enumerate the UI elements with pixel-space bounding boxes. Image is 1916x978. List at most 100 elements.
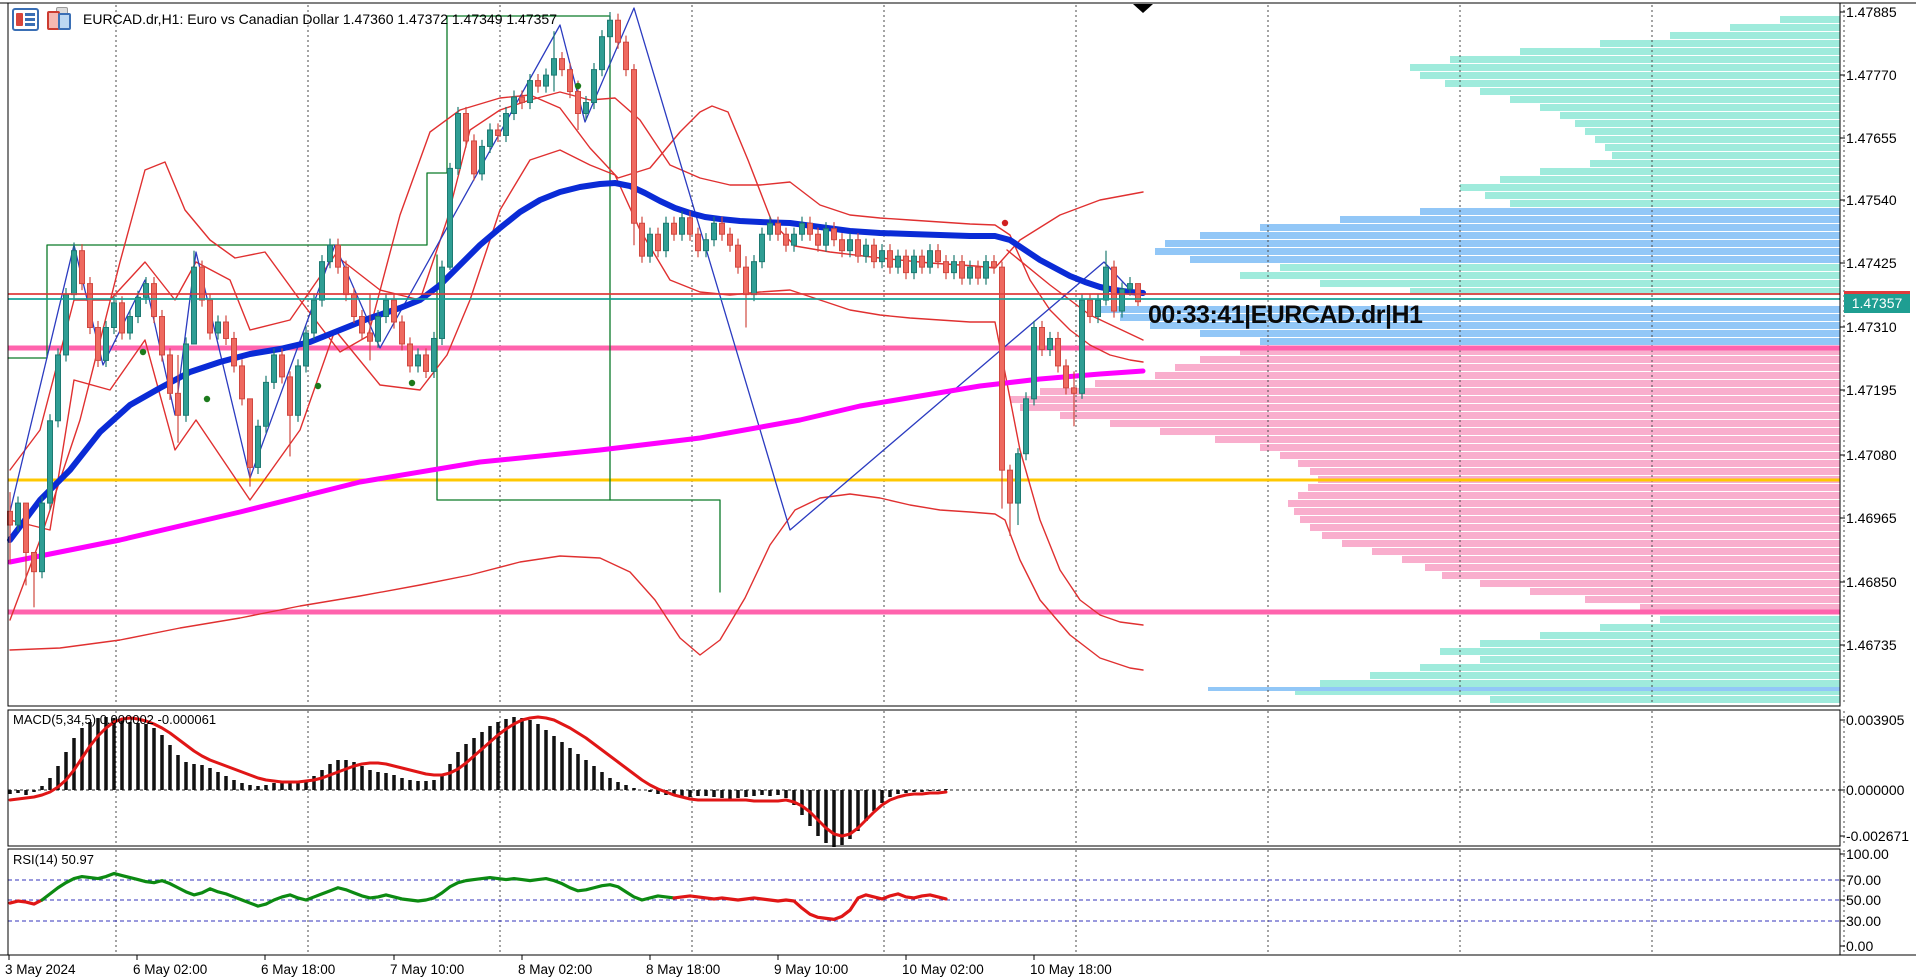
market-watch-icon [12,8,39,31]
candle-body [168,355,173,393]
volume-profile-row [1585,596,1840,603]
volume-profile-row [1300,516,1840,523]
candle-body [568,70,573,92]
price-axis-label: 1.46965 [1846,510,1897,526]
candle-body [64,295,69,355]
time-axis-label: 10 May 18:00 [1030,962,1112,977]
candle-body [616,20,621,42]
candle-body [472,141,477,174]
volume-profile-row [1600,624,1840,631]
candle-body [872,245,877,261]
candle-body [976,267,981,278]
candle-body [152,284,157,317]
candle-body [1104,267,1109,300]
volume-profile-row [1402,556,1840,563]
candle-body [256,426,261,467]
volume-profile-row [1310,524,1840,531]
volume-profile-row [1294,508,1840,515]
volume-profile-row [1575,120,1840,127]
candle-body [656,234,661,250]
candle-body [968,267,973,278]
candle-body [544,75,549,86]
candle-body [384,300,389,316]
candle-body [992,262,997,267]
candle-body [200,267,205,300]
candle-body [600,37,605,70]
candle-body [296,366,301,415]
candle-body [232,338,237,365]
candle-body [176,393,181,415]
candle-body [672,223,677,234]
candle-body [208,300,213,333]
candle-body [144,284,149,298]
candle-body [1072,388,1077,393]
candle-body [408,344,413,366]
candle-body [752,262,757,295]
candle-body [416,355,421,366]
candle-body [592,70,597,103]
candle-body [488,130,493,146]
rsi-axis-label: 0.00 [1846,938,1873,954]
candle-body [1032,328,1037,399]
candle-body [840,240,845,251]
candle-body [440,267,445,338]
candle-body [184,344,189,415]
candle-body [1128,284,1133,289]
candle-body [936,251,941,262]
volume-profile-row [1155,372,1840,379]
volume-profile-row [1320,280,1840,287]
candle-body [424,355,429,371]
candle-body [248,399,253,468]
candle-body [904,256,909,272]
candle-body [864,245,869,256]
candle-body [768,223,773,234]
chart-canvas[interactable]: 1.478851.477701.476551.475401.474251.473… [0,0,1916,978]
volume-profile-row [1200,330,1840,337]
rsi-axis-label: 30.00 [1846,913,1881,929]
volume-profile-row [1298,492,1840,499]
candle-body [24,503,29,552]
candle-body [800,223,805,234]
volume-profile-row [1442,572,1840,579]
volume-profile-row [1605,144,1840,151]
candle-body [1008,470,1013,503]
volume-profile-row [1060,412,1840,419]
candle-body [1080,300,1085,393]
candle-body [312,300,317,333]
candle-body [896,256,901,267]
signal-dot-green [409,380,415,386]
price-axis-label: 1.47770 [1846,67,1897,83]
chart-titlebar: EURCAD.dr,H1: Euro vs Canadian Dollar 1.… [12,6,557,32]
candle-body [584,103,589,114]
candle-body [376,317,381,342]
candle-body [704,240,709,251]
volume-profile-row [1425,564,1840,571]
volume-profile-row [1040,388,1840,395]
volume-profile-row [1280,452,1840,459]
volume-profile-row [1595,136,1840,143]
candle-body [16,503,21,525]
candle-body [88,284,93,328]
candle-body [1000,267,1005,470]
signal-dot-green [140,349,146,355]
candle-body [712,223,717,239]
volume-profile-row [1095,380,1840,387]
chart-title: EURCAD.dr,H1: Euro vs Canadian Dollar 1.… [83,11,557,27]
volume-profile-row [1510,200,1840,207]
candle-body [216,322,221,333]
candle-body [48,421,53,503]
candle-body [352,295,357,317]
candle-body [56,355,61,421]
volume-profile-row [1165,240,1840,247]
volume-profile-row [1260,338,1840,345]
volume-profile-row [1340,216,1840,223]
volume-profile-row [1480,640,1840,647]
signal-dot-red [1002,220,1008,226]
volume-profile-row [1520,48,1840,55]
candle-body [104,328,109,361]
volume-profile-row [1322,532,1840,539]
candle-body [432,338,437,371]
candle-body [1056,338,1061,365]
candle-body [920,256,925,267]
volume-profile-row [1420,664,1840,671]
